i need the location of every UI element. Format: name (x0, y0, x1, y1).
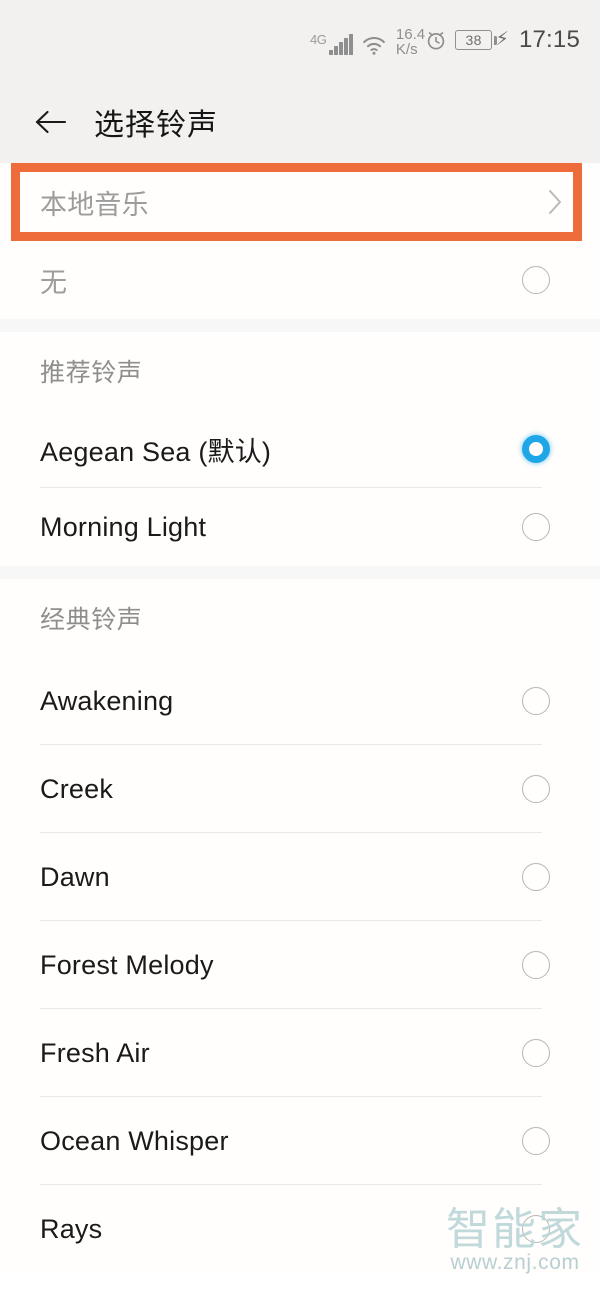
ringtone-label: Ocean Whisper (40, 1125, 229, 1156)
radio-button[interactable] (522, 951, 550, 979)
network-speed: 16.4 K/s (395, 25, 426, 58)
section-header-label: 推荐铃声 (40, 359, 143, 387)
local-music-label: 本地音乐 (40, 189, 149, 220)
ringtone-label: Awakening (40, 685, 174, 716)
status-bar-center-group: 4G 16.4 K/s (310, 25, 426, 58)
ringtone-label: Rays (40, 1213, 103, 1244)
battery-percent-label: 38 (455, 30, 493, 50)
section-separator (0, 319, 600, 332)
radio-button[interactable] (522, 1127, 550, 1155)
section-header-label: 经典铃声 (40, 606, 143, 634)
local-music-row[interactable]: 本地音乐 (0, 163, 600, 241)
radio-button-selected[interactable] (522, 435, 550, 463)
wifi-icon (362, 35, 386, 55)
ringtone-row-forest-melody[interactable]: Forest Melody (0, 921, 600, 1009)
status-bar: 4G 16.4 K/s 38 ⚡ 17:15 (0, 0, 600, 80)
ringtone-label: Dawn (40, 861, 110, 892)
status-bar-right-group: 38 ⚡ 17:15 (425, 26, 580, 54)
network-speed-value: 16.4 (395, 25, 426, 43)
ringtone-label: Fresh Air (40, 1037, 150, 1068)
radio-button[interactable] (522, 266, 550, 294)
radio-button[interactable] (522, 775, 550, 803)
ringtone-row-ocean-whisper[interactable]: Ocean Whisper (0, 1097, 600, 1185)
ringtone-row-rays[interactable]: Rays (0, 1185, 600, 1273)
ringtone-row-creek[interactable]: Creek (0, 745, 600, 833)
ringtone-row-morning-light[interactable]: Morning Light (0, 488, 600, 566)
network-type-label: 4G (310, 32, 327, 48)
page-title: 选择铃声 (94, 108, 218, 142)
battery-indicator: 38 ⚡ (455, 30, 509, 50)
radio-button[interactable] (522, 863, 550, 891)
ringtone-row-none[interactable]: 无 (0, 241, 600, 319)
radio-button[interactable] (522, 513, 550, 541)
chevron-right-icon (544, 185, 566, 219)
network-speed-unit: K/s (395, 41, 418, 58)
section-header-recommended: 推荐铃声 (0, 332, 600, 410)
signal-bars-icon (329, 34, 353, 56)
section-separator (0, 566, 600, 579)
ringtone-label: Morning Light (40, 511, 207, 542)
ringtone-label: Aegean Sea (默认) (40, 436, 272, 467)
charging-bolt-icon: ⚡ (495, 28, 509, 50)
local-music-section: 本地音乐 (0, 163, 600, 241)
ringtone-row-dawn[interactable]: Dawn (0, 833, 600, 921)
ringtone-label: Creek (40, 773, 114, 804)
ringtone-label: 无 (40, 267, 68, 298)
ringtone-row-fresh-air[interactable]: Fresh Air (0, 1009, 600, 1097)
alarm-clock-icon (425, 29, 447, 51)
app-bar: 选择铃声 (0, 80, 600, 163)
ringtone-row-awakening[interactable]: Awakening (0, 657, 600, 745)
ringtone-row-aegean-sea[interactable]: Aegean Sea (默认) (0, 410, 600, 488)
radio-button[interactable] (522, 687, 550, 715)
back-arrow-icon[interactable] (34, 105, 68, 139)
radio-button[interactable] (522, 1215, 550, 1243)
status-bar-clock: 17:15 (518, 26, 580, 53)
ringtone-label: Forest Melody (40, 949, 214, 980)
section-header-classic: 经典铃声 (0, 579, 600, 657)
radio-button[interactable] (522, 1039, 550, 1067)
